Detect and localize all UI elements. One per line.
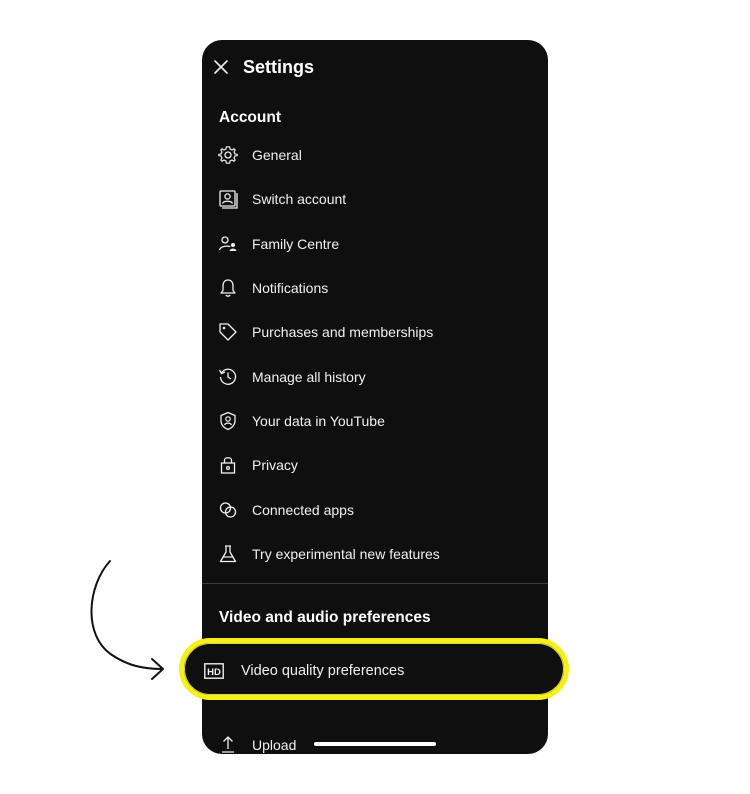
settings-item-family-centre[interactable]: Family Centre	[202, 224, 548, 264]
shield-person-icon	[220, 411, 236, 431]
settings-item-label: Video quality preferences	[241, 663, 405, 679]
settings-item-label: Family Centre	[252, 236, 340, 252]
page-background: Settings Account General Switch account	[0, 0, 750, 794]
connected-apps-icon	[219, 502, 237, 518]
lock-icon	[220, 457, 236, 474]
svg-text:HD: HD	[207, 667, 221, 678]
tag-icon	[219, 323, 237, 341]
settings-item-label: Your data in YouTube	[252, 413, 385, 429]
history-icon	[218, 368, 237, 385]
settings-item-manage-history[interactable]: Manage all history	[202, 357, 548, 397]
settings-item-experimental[interactable]: Try experimental new features	[202, 534, 548, 574]
settings-item-label: Notifications	[252, 280, 329, 296]
section-title-account: Account	[219, 109, 281, 126]
settings-item-privacy[interactable]: Privacy	[202, 445, 548, 485]
settings-item-purchases[interactable]: Purchases and memberships	[202, 312, 548, 352]
settings-item-general[interactable]: General	[202, 135, 548, 175]
section-title-video-audio: Video and audio preferences	[219, 609, 431, 626]
settings-item-upload[interactable]: Upload	[202, 724, 548, 754]
settings-item-label: Connected apps	[252, 502, 354, 518]
hd-icon: HD	[204, 663, 224, 679]
settings-item-your-data[interactable]: Your data in YouTube	[202, 401, 548, 441]
switch-account-icon	[219, 190, 238, 209]
bell-icon	[220, 279, 236, 297]
settings-item-label: Try experimental new features	[252, 546, 440, 562]
settings-item-video-quality[interactable]: HD Video quality preferences	[179, 638, 569, 700]
close-icon[interactable]	[212, 58, 230, 76]
settings-item-label: Switch account	[252, 191, 347, 207]
settings-item-connected-apps[interactable]: Connected apps	[202, 490, 548, 530]
family-icon	[218, 236, 237, 251]
settings-item-notifications[interactable]: Notifications	[202, 268, 548, 308]
settings-header: Settings	[202, 40, 548, 96]
settings-item-label: Purchases and memberships	[252, 324, 434, 340]
settings-item-label: Privacy	[252, 457, 298, 473]
pointer-arrow-icon	[90, 560, 164, 680]
page-title: Settings	[243, 57, 315, 77]
settings-item-label: General	[252, 147, 302, 163]
home-indicator	[314, 742, 436, 746]
upload-icon	[222, 736, 234, 753]
settings-item-label: Upload	[252, 737, 297, 753]
gear-icon	[218, 146, 238, 164]
section-divider	[202, 583, 548, 584]
settings-item-switch-account[interactable]: Switch account	[202, 179, 548, 219]
settings-item-label: Manage all history	[252, 369, 366, 385]
flask-icon	[219, 545, 237, 563]
